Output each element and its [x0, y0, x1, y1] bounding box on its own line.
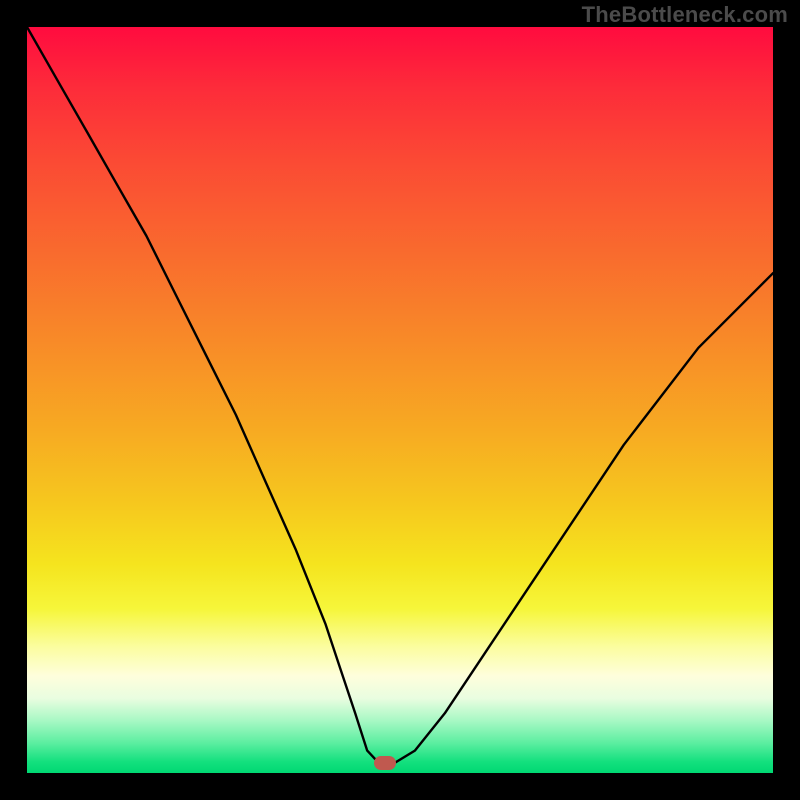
bottleneck-curve	[27, 27, 773, 773]
optimal-point-marker	[374, 756, 396, 770]
curve-path	[27, 27, 773, 763]
watermark-text: TheBottleneck.com	[582, 2, 788, 28]
plot-area	[27, 27, 773, 773]
chart-frame: TheBottleneck.com	[0, 0, 800, 800]
